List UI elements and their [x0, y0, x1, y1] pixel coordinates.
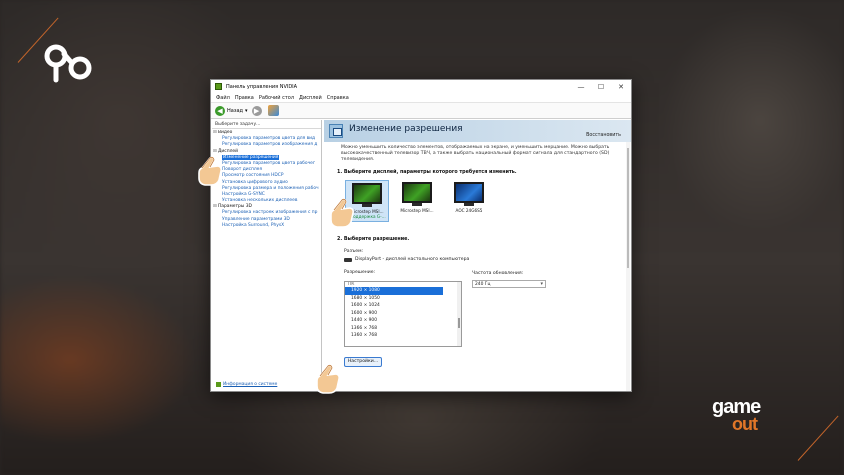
tree-label: Просмотр состояния HDCP: [222, 173, 284, 179]
monitor-msi-2[interactable]: Microstep MSI...: [395, 182, 439, 213]
connection-value: DisplayPort - дисплей настольного компью…: [344, 257, 469, 262]
tree-label: Установка цифрового аудио: [222, 179, 288, 185]
resolution-option[interactable]: 1680 × 1050: [345, 295, 461, 303]
resolution-option[interactable]: 1920 × 1080: [345, 287, 443, 295]
home-icon[interactable]: [267, 105, 279, 116]
brand-logo-icon: [44, 44, 92, 83]
back-label: Назад: [227, 107, 244, 114]
forward-arrow-icon: ▶: [251, 105, 262, 116]
step1-heading: 1. Выберите дисплей, параметры которого …: [337, 170, 517, 175]
menu-file[interactable]: Файл: [216, 95, 230, 101]
minimize-icon[interactable]: —: [571, 80, 591, 93]
tree-label: Параметры 3D: [218, 204, 252, 210]
monitor-aoc[interactable]: AOC 24G6S5: [447, 182, 491, 213]
info-icon: [216, 382, 221, 387]
main-scrollbar[interactable]: [626, 142, 630, 391]
tree-label: Видео: [218, 130, 233, 135]
page-description: Можно уменьшить количество элементов, от…: [341, 145, 610, 162]
resolution-option[interactable]: 1366 × 768: [345, 325, 461, 333]
step2-heading: 2. Выберите разрешение.: [337, 237, 410, 242]
system-info-link[interactable]: Информация о системе: [216, 382, 277, 387]
tree-item[interactable]: Настройка Surround, PhysX: [213, 223, 321, 229]
tree-label: Регулировка параметров цвета для вид: [222, 136, 316, 142]
refresh-label: Частота обновления:: [472, 271, 524, 276]
tree-label: Управление параметрами 3D: [222, 216, 290, 222]
refresh-rate-value: 240 Гц: [475, 282, 491, 287]
chevron-down-icon[interactable]: ▾: [245, 108, 248, 114]
resolution-label: Разрешение:: [344, 270, 376, 275]
system-info-label: Информация о системе: [223, 382, 278, 387]
resolution-option[interactable]: 1600 × 1024: [345, 302, 461, 310]
refresh-rate-select[interactable]: 240 Гц ▾: [472, 280, 546, 288]
resolution-option[interactable]: 1360 × 768: [345, 332, 461, 340]
resolution-option[interactable]: 1440 × 900: [345, 317, 461, 325]
tree-label: Регулировка размера и положения рабоч: [222, 185, 319, 191]
monitor-icon: [402, 182, 432, 203]
monitor-icon: [352, 183, 382, 204]
monitor-label: AOC 24G6S5: [455, 208, 483, 213]
connection-label: Разъем:: [344, 249, 364, 254]
settings-button[interactable]: Настройки...: [344, 357, 382, 367]
displayport-icon: [344, 257, 352, 262]
page-banner: Изменение разрешения Восстановить: [324, 120, 631, 142]
menu-bar: Файл Правка Рабочий стол Дисплей Справка: [211, 93, 631, 103]
gameout-logo-word-2: out: [732, 414, 758, 434]
forward-button[interactable]: ▶: [251, 105, 262, 116]
tree-label: Установка нескольких дисплеев: [222, 198, 298, 204]
resolution-list[interactable]: ПК 1920 × 1080 1680 × 1050 1600 × 1024 1600…: [344, 281, 462, 347]
monitor-stand: [412, 203, 422, 206]
monitor-icon: [454, 182, 484, 203]
monitor-label: Microstep MSI...: [400, 208, 434, 213]
maximize-icon[interactable]: ☐: [591, 80, 611, 93]
resolution-option[interactable]: 1600 × 900: [345, 310, 461, 318]
menu-desktop[interactable]: Рабочий стол: [259, 95, 294, 101]
tree-label: Настройка G-SYNC: [222, 191, 265, 197]
tree-label: Регулировка параметров изображения д: [222, 142, 318, 148]
monitor-stand: [464, 203, 474, 206]
nvidia-control-panel-window: Панель управления NVIDIA — ☐ ✕ Файл Прав…: [210, 79, 632, 392]
tree-label: Дисплей: [218, 148, 238, 154]
tree-label: Регулировка настроек изображения с пр: [222, 210, 318, 216]
back-button[interactable]: ◀ Назад ▾: [215, 105, 248, 116]
tree-label: Регулировка параметров цвета рабочег: [222, 160, 316, 166]
monitor-stand: [362, 204, 372, 207]
tree-label: Поворот дисплея: [222, 167, 263, 173]
pointer-hand-icon: [316, 364, 340, 394]
gameout-logo: game out: [712, 396, 792, 438]
menu-display[interactable]: Дисплей: [299, 95, 322, 101]
display-resolution-icon: [329, 124, 343, 138]
list-scrollbar[interactable]: [457, 282, 461, 346]
pointer-hand-icon: [330, 198, 354, 228]
task-pane: Выберите задачу... ⊟Видео Регулировка пар…: [212, 120, 322, 391]
back-arrow-icon: ◀: [215, 105, 225, 116]
menu-help[interactable]: Справка: [327, 95, 349, 101]
chevron-down-icon: ▾: [540, 281, 543, 287]
pointer-hand-icon: [198, 156, 222, 186]
connection-text: DisplayPort - дисплей настольного компью…: [355, 257, 470, 262]
nvidia-app-icon: [215, 83, 222, 90]
tree-label: Изменение разрешения: [222, 154, 280, 160]
menu-edit[interactable]: Правка: [235, 95, 254, 101]
task-pane-header: Выберите задачу...: [212, 120, 321, 129]
main-pane: Изменение разрешения Восстановить Можно …: [324, 120, 631, 391]
task-tree: ⊟Видео Регулировка параметров цвета для в…: [213, 130, 321, 380]
window-title: Панель управления NVIDIA: [226, 83, 298, 90]
restore-defaults-link[interactable]: Восстановить: [586, 133, 621, 138]
page-title: Изменение разрешения: [349, 124, 463, 134]
toolbar: ◀ Назад ▾ ▶: [211, 103, 631, 119]
title-bar: Панель управления NVIDIA — ☐ ✕: [211, 80, 631, 93]
close-icon[interactable]: ✕: [611, 80, 631, 93]
tree-label: Настройка Surround, PhysX: [222, 222, 285, 228]
